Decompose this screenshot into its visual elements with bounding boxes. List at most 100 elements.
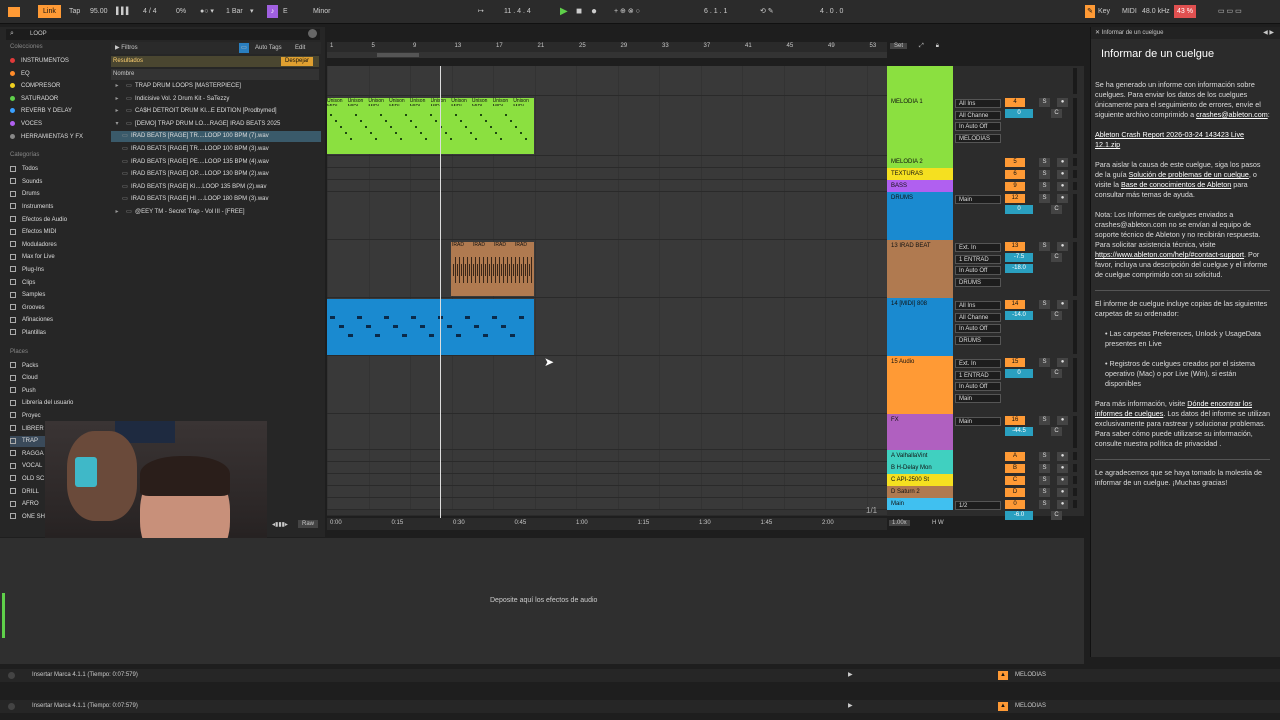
routing-select[interactable]: All Ins <box>955 99 1001 108</box>
crash-file-link[interactable]: Ableton Crash Report 2026-03-24 143423 L… <box>1095 130 1244 149</box>
key-map-button[interactable]: Key <box>1098 5 1110 18</box>
arm-button[interactable]: ● <box>1057 500 1068 509</box>
routing-select[interactable]: All Channe <box>955 110 1001 120</box>
solo-button[interactable]: S <box>1039 98 1050 107</box>
track-lane[interactable] <box>327 450 887 462</box>
routing-select[interactable]: Ext. In <box>955 243 1001 252</box>
metronome-icon[interactable]: ▌▌▌ <box>116 5 131 18</box>
file-item[interactable]: ▭ IRAD BEATS [RAGE] PE....LOOP 135 BPM (4… <box>111 157 321 168</box>
track-activator[interactable]: C <box>1005 476 1025 485</box>
knowledge-base-link[interactable]: Base de conocimientos de Ableton <box>1121 180 1231 189</box>
category-item[interactable]: Instruments <box>10 202 53 213</box>
place-item[interactable]: RAGGA <box>10 449 44 460</box>
email-link[interactable]: crashes@ableton.com <box>1196 110 1268 119</box>
track-header[interactable]: 15 Audio <box>887 356 953 414</box>
track-lane[interactable] <box>327 356 887 414</box>
category-item[interactable]: Sounds <box>10 177 42 188</box>
file-item[interactable]: ▭ IRAD BEATS [RAGE] KI....LOOP 135 BPM (2… <box>111 182 321 193</box>
track-header[interactable] <box>887 66 953 96</box>
volume-field[interactable]: 0 <box>1005 205 1033 214</box>
category-item[interactable]: Plantillas <box>10 328 46 339</box>
link-button[interactable]: Link <box>38 5 61 18</box>
track-activator[interactable]: 6 <box>1005 170 1025 179</box>
track-activator[interactable]: 0 <box>1005 500 1025 509</box>
place-item[interactable]: Push <box>10 386 36 397</box>
collection-item[interactable]: INSTRUMENTOS <box>10 56 69 67</box>
pan-field[interactable]: -18.0 <box>1005 264 1033 273</box>
place-item[interactable]: Cloud <box>10 373 38 384</box>
arm-button[interactable]: ● <box>1057 488 1068 497</box>
track-activator[interactable]: 13 <box>1005 242 1025 251</box>
track-lane[interactable] <box>327 298 887 356</box>
track-header[interactable]: A ValhallaVint <box>887 450 953 462</box>
record-icon[interactable]: ● <box>591 5 597 18</box>
track-lane[interactable] <box>327 180 887 192</box>
arm-button[interactable]: ● <box>1057 476 1068 485</box>
category-item[interactable]: Todos <box>10 164 38 175</box>
track-lane[interactable] <box>327 498 887 510</box>
track-header[interactable]: 14 [MIDI] 808 <box>887 298 953 356</box>
volume-field[interactable]: -44.5 <box>1005 427 1033 436</box>
category-item[interactable]: Efectos MIDI <box>10 227 56 238</box>
solo-button[interactable]: S <box>1039 500 1050 509</box>
folder-item[interactable]: ▾ ▭ [DEMO] TRAP DRUM LO....RAGE] IRAD BEAT… <box>111 119 321 130</box>
track-header[interactable]: D Saturn 2 <box>887 486 953 498</box>
track-activator[interactable]: 16 <box>1005 416 1025 425</box>
volume-field[interactable]: 0 <box>1005 109 1033 118</box>
track-activator[interactable]: 14 <box>1005 300 1025 309</box>
bar-ruler[interactable]: 1 5 9 13 17 21 25 29 33 37 41 45 49 53 <box>327 42 887 52</box>
arm-button[interactable]: ● <box>1057 358 1068 367</box>
track-activator[interactable]: 12 <box>1005 194 1025 203</box>
track-lane[interactable] <box>327 168 887 180</box>
tag-icon[interactable]: ▭ <box>239 43 249 53</box>
track-lane[interactable] <box>327 156 887 168</box>
crossfade-button[interactable]: C <box>1051 369 1062 378</box>
crossfade-button[interactable]: C <box>1051 427 1062 436</box>
category-item[interactable]: Grooves <box>10 303 45 314</box>
file-item[interactable]: ▭ IRAD BEATS [RAGE] TR....LOOP 100 BPM (3… <box>111 144 321 155</box>
place-item[interactable]: DRILL <box>10 487 39 498</box>
loop-icon[interactable]: ⟲ ✎ <box>760 5 774 18</box>
folder-item[interactable]: ▸ ▭ CA$H DETROIT DRUM KI...E EDITION [Prod… <box>111 106 321 117</box>
track-header[interactable]: TEXTURAS <box>887 168 953 180</box>
loop-bar[interactable] <box>327 52 887 58</box>
arm-button[interactable]: ● <box>1057 300 1068 309</box>
chevron-down-icon[interactable]: ▾ <box>250 5 254 18</box>
chevron-down-icon[interactable]: ▾ <box>111 119 123 130</box>
chevron-right-icon[interactable]: ▸ <box>111 94 123 105</box>
play-icon[interactable]: ▶ <box>848 700 853 713</box>
track-activator[interactable]: 4 <box>1005 98 1025 107</box>
routing-select[interactable]: Main <box>955 417 1001 426</box>
arm-button[interactable]: ● <box>1057 194 1068 203</box>
file-item[interactable]: ▭ IRAD BEATS [RAGE] HI ....LOOP 180 BPM (… <box>111 194 321 205</box>
file-item[interactable]: ▭ IRAD BEATS [RAGE] TR....LOOP 100 BPM (7… <box>111 131 321 143</box>
category-item[interactable]: Efectos de Audio <box>10 215 67 226</box>
place-item[interactable]: ONE SH <box>10 512 45 523</box>
close-icon[interactable]: ✕ <box>1095 30 1102 36</box>
filters-button[interactable]: ▶ Filtros <box>115 43 138 53</box>
crossfade-button[interactable]: C <box>1051 311 1062 320</box>
time-ruler[interactable]: 0:00 0:15 0:30 0:45 1:00 1:15 1:30 1:45 2:00 <box>327 518 887 530</box>
track-activator[interactable]: D <box>1005 488 1025 497</box>
time-signature[interactable]: 4 / 4 <box>143 5 157 18</box>
collection-item[interactable]: COMPRESOR <box>10 81 60 92</box>
solo-button[interactable]: S <box>1039 358 1050 367</box>
name-column-header[interactable]: Nombre <box>113 69 134 80</box>
arm-button[interactable]: ● <box>1057 242 1068 251</box>
empty-lane[interactable] <box>327 510 887 516</box>
zoom-display[interactable]: 1.00x <box>889 520 910 526</box>
play-icon[interactable]: ▶ <box>560 5 568 18</box>
solo-button[interactable]: S <box>1039 488 1050 497</box>
chevron-right-icon[interactable]: ▸ <box>111 207 123 218</box>
overdub-icon[interactable]: + ⊕ ⊗ ○ <box>614 5 640 18</box>
solo-button[interactable]: S <box>1039 170 1050 179</box>
routing-select[interactable]: In Auto Off <box>955 122 1001 131</box>
place-item[interactable]: Librería del usuario <box>10 398 73 409</box>
solo-button[interactable]: S <box>1039 452 1050 461</box>
track-header[interactable]: BASS <box>887 180 953 192</box>
solo-button[interactable]: S <box>1039 416 1050 425</box>
scale-icon[interactable]: ♪ <box>267 5 278 18</box>
track-lane[interactable] <box>327 192 887 240</box>
routing-select[interactable]: In Auto Off <box>955 324 1001 333</box>
routing-select[interactable]: In Auto Off <box>955 382 1001 391</box>
